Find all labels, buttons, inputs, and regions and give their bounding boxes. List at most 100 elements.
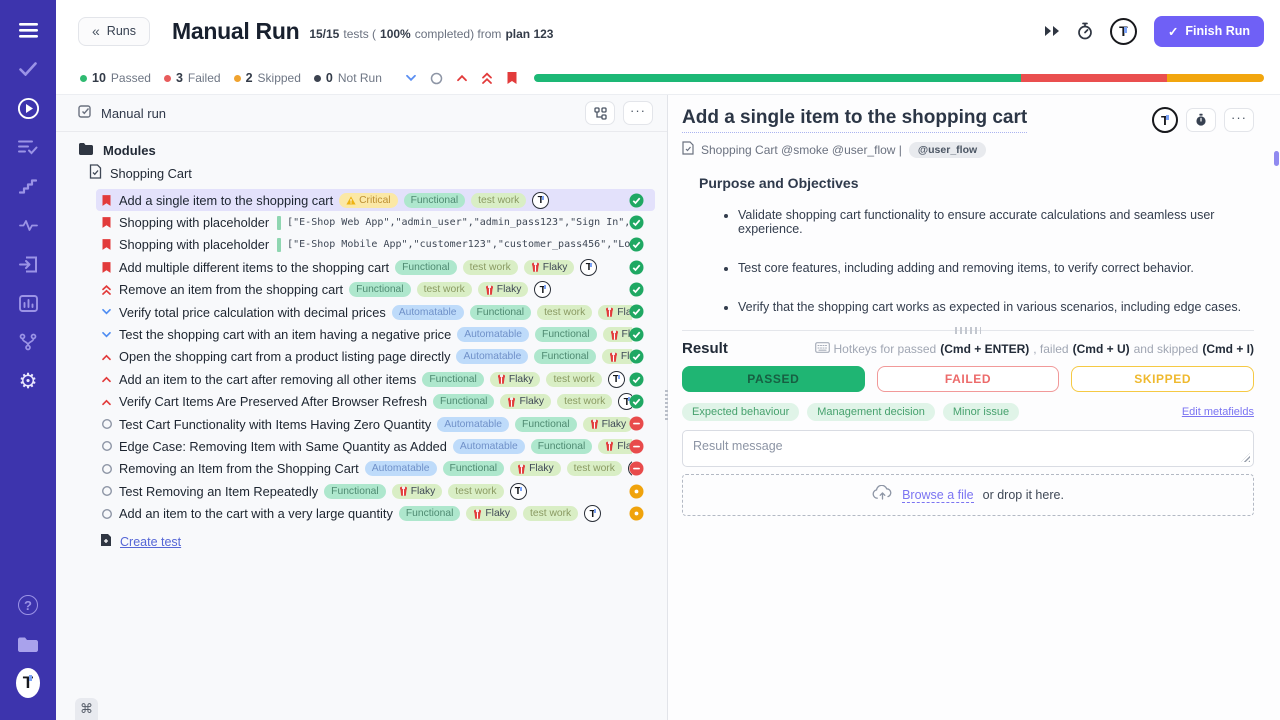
list-check-icon[interactable] [16, 135, 40, 159]
detail-timer-button[interactable] [1186, 108, 1216, 132]
test-title: Add an item to the cart after removing a… [119, 372, 416, 387]
test-row[interactable]: Removing an Item from the Shopping CartA… [96, 458, 655, 480]
test-row[interactable]: Test the shopping cart with an item havi… [96, 323, 655, 345]
projects-folder-icon[interactable] [16, 632, 40, 656]
test-row[interactable]: Open the shopping cart from a product li… [96, 346, 655, 368]
browse-file-link[interactable]: Browse a file [902, 488, 974, 503]
section-resize-grip[interactable] [955, 327, 981, 334]
priority-bookmark-icon [100, 238, 113, 251]
skipped-button[interactable]: SKIPPED [1071, 366, 1254, 392]
test-row[interactable]: Shopping with placeholder["E-Shop Mobile… [96, 234, 655, 256]
timer-icon[interactable] [1077, 22, 1093, 40]
edit-metafields-link[interactable]: Edit metafields [1182, 406, 1254, 418]
notrun-stat: 0Not Run [314, 71, 382, 85]
modules-node[interactable]: Modules [78, 142, 667, 158]
create-test[interactable]: Create test [100, 533, 667, 552]
progress-passed [534, 74, 1021, 82]
test-row[interactable]: Add a single item to the shopping cartCr… [96, 189, 655, 211]
test-title: Test Cart Functionality with Items Havin… [119, 417, 431, 432]
test-title: Shopping with placeholder [119, 237, 269, 252]
filter-bookmark-icon[interactable] [506, 71, 518, 85]
filter-circle-icon[interactable] [430, 72, 443, 85]
cloud-upload-icon [872, 485, 893, 505]
test-row[interactable]: Verify total price calculation with deci… [96, 301, 655, 323]
test-row[interactable]: Test Cart Functionality with Items Havin… [96, 413, 655, 435]
command-key-badge[interactable]: ⌘ [75, 698, 98, 720]
metafield-minor-issue[interactable]: Minor issue [943, 403, 1019, 421]
detail-more-button[interactable]: ··· [1224, 108, 1254, 132]
badge-testwork: test work [546, 372, 601, 387]
priority-down-icon [100, 331, 113, 339]
testomat-icon: T [608, 371, 625, 388]
breadcrumb: Shopping Cart @smoke @user_flow | [701, 143, 902, 157]
test-tree-panel: Manual run ··· Modules Shopping Cart Add… [56, 95, 668, 720]
file-icon [89, 164, 102, 182]
filter-chevron-down-icon[interactable] [405, 74, 417, 82]
test-title: Test the shopping cart with an item havi… [119, 327, 451, 342]
tree-more-button[interactable]: ··· [623, 101, 653, 125]
runs-back-button[interactable]: « Runs [78, 17, 150, 46]
priority-circle-icon [100, 508, 113, 520]
test-row[interactable]: Edge Case: Removing Item with Same Quant… [96, 435, 655, 457]
filter-double-chevron-up-icon[interactable] [481, 72, 493, 85]
fast-forward-icon[interactable] [1044, 25, 1060, 37]
settings-gear-icon[interactable]: ⚙ [16, 369, 40, 393]
badge-testwork: test work [463, 260, 518, 275]
status-passed-icon [629, 372, 644, 387]
badge-testwork: test work [557, 394, 612, 409]
badge-functional: Functional [535, 327, 597, 342]
badge-flaky: Flaky [598, 439, 632, 454]
test-row[interactable]: Remove an item from the shopping cartFun… [96, 279, 655, 301]
status-passed-icon [629, 215, 644, 230]
file-dropzone[interactable]: Browse a file or drop it here. [682, 474, 1254, 516]
tree-view-button[interactable] [585, 101, 615, 125]
pulse-icon[interactable] [16, 213, 40, 237]
failed-button[interactable]: FAILED [877, 366, 1060, 392]
keyboard-icon [815, 342, 830, 356]
filter-chevron-up-icon[interactable] [456, 74, 468, 82]
test-title: Add an item to the cart with a very larg… [119, 506, 393, 521]
check-icon[interactable] [16, 57, 40, 81]
test-title: Edge Case: Removing Item with Same Quant… [119, 439, 447, 454]
suite-shopping-cart[interactable]: Shopping Cart [89, 164, 667, 182]
priority-bookmark-icon [100, 194, 113, 207]
test-row[interactable]: Shopping with placeholder["E-Shop Web Ap… [96, 211, 655, 233]
badge-functional: Functional [534, 349, 596, 364]
finish-run-button[interactable]: ✓ Finish Run [1154, 16, 1264, 47]
test-row[interactable]: Verify Cart Items Are Preserved After Br… [96, 391, 655, 413]
run-stats: 15/15tests (100%completed) fromplan 123 [309, 27, 553, 41]
menu-icon[interactable] [16, 18, 40, 42]
testomat-avatar[interactable]: T [1110, 18, 1137, 45]
folder-icon [78, 142, 94, 158]
testomat-ai-icon[interactable]: T [1152, 107, 1178, 133]
test-title: Remove an item from the shopping cart [119, 282, 343, 297]
test-row[interactable]: Add an item to the cart after removing a… [96, 368, 655, 390]
back-chevrons-icon: « [92, 23, 100, 39]
badge-critical: Critical [339, 193, 397, 208]
description-scrollbar[interactable] [1274, 151, 1279, 166]
help-icon[interactable]: ? [16, 593, 40, 617]
test-row[interactable]: Test Removing an Item RepeatedlyFunction… [96, 480, 655, 502]
status-passed-icon [629, 304, 644, 319]
test-row[interactable]: Add multiple different items to the shop… [96, 256, 655, 278]
run-play-icon[interactable] [16, 96, 40, 120]
steps-icon[interactable] [16, 174, 40, 198]
passed-dot [80, 75, 87, 82]
report-chart-icon[interactable] [16, 291, 40, 315]
badge-functional: Functional [399, 506, 461, 521]
purpose-heading: Purpose and Objectives [699, 175, 1254, 191]
metafield-management-decision[interactable]: Management decision [807, 403, 935, 421]
run-progress-bar [534, 74, 1264, 82]
testomat-logo[interactable]: T [16, 671, 40, 695]
test-title: Verify Cart Items Are Preserved After Br… [119, 394, 427, 409]
import-icon[interactable] [16, 252, 40, 276]
result-message-input[interactable] [682, 430, 1254, 467]
metafield-expected-behaviour[interactable]: Expected behaviour [682, 403, 799, 421]
test-row[interactable]: Add an item to the cart with a very larg… [96, 502, 655, 524]
badge-testwork: test work [523, 506, 578, 521]
branch-icon[interactable] [16, 330, 40, 354]
badge-flaky: Flaky [598, 305, 632, 320]
badge-flaky: Flaky [392, 484, 443, 499]
test-title: Test Removing an Item Repeatedly [119, 484, 318, 499]
passed-button[interactable]: PASSED [682, 366, 865, 392]
